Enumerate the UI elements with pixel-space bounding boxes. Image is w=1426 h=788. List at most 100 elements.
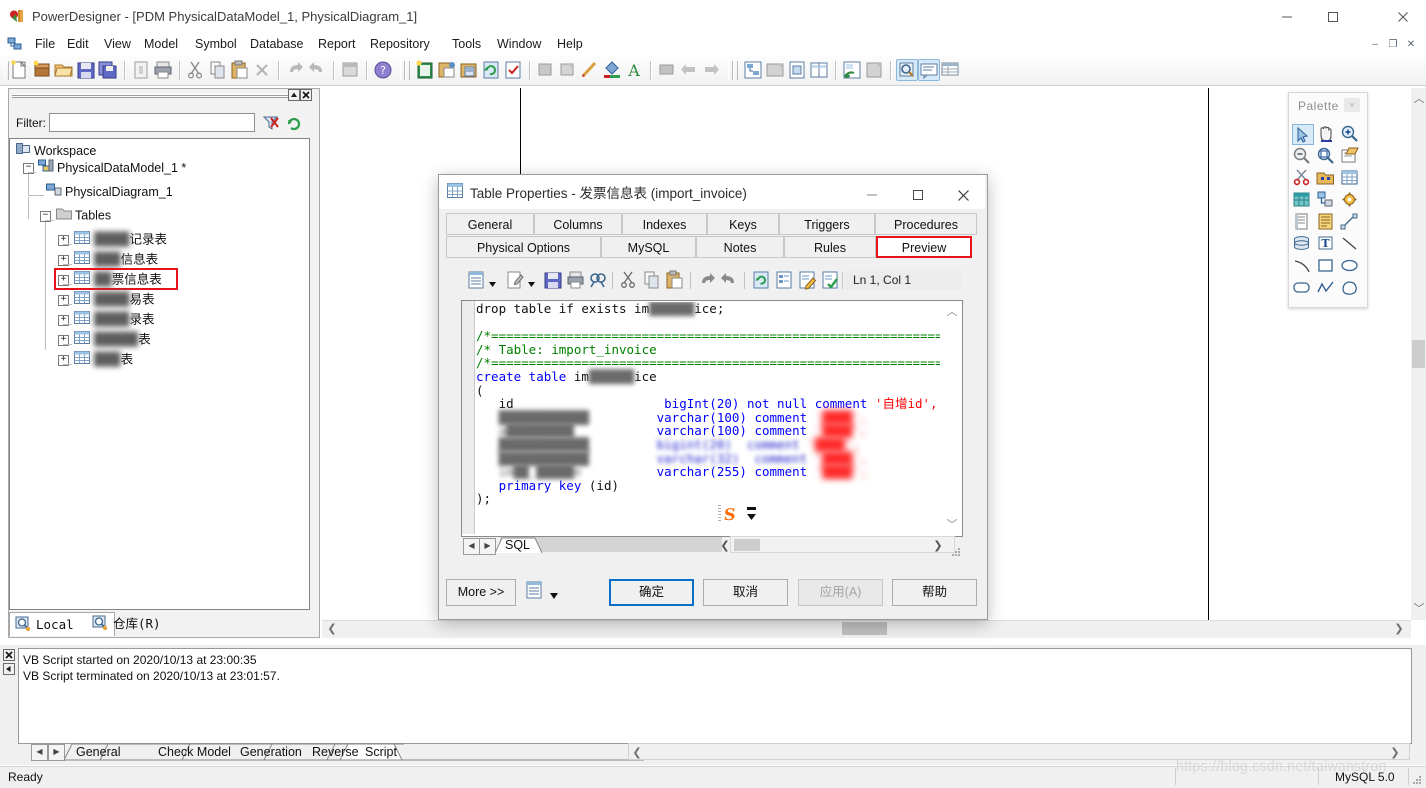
- fill-color-icon[interactable]: [601, 59, 623, 81]
- menu-symbol[interactable]: Symbol: [190, 36, 242, 53]
- file-icon[interactable]: [1292, 212, 1314, 233]
- database-icon[interactable]: [1292, 234, 1314, 255]
- find-icon[interactable]: [588, 270, 610, 292]
- delete-scissors-icon[interactable]: [1292, 168, 1314, 189]
- output-collapse-icon[interactable]: [3, 663, 15, 675]
- copy-icon[interactable]: [207, 59, 229, 81]
- text-icon[interactable]: T: [1316, 234, 1338, 255]
- tile-diagram-icon[interactable]: [808, 59, 830, 81]
- link-icon[interactable]: [1340, 212, 1362, 233]
- tree-node-table[interactable]: ████易表: [74, 291, 154, 308]
- window-maximize-button[interactable]: [1310, 0, 1356, 33]
- edit-with-dropdown-icon[interactable]: [528, 277, 535, 287]
- output-scroll-left-icon[interactable]: ❮: [631, 746, 643, 759]
- cut-icon[interactable]: [185, 59, 207, 81]
- print-icon[interactable]: [152, 59, 174, 81]
- tree-node-tables[interactable]: Tables: [56, 207, 111, 224]
- rectangle-icon[interactable]: [1316, 256, 1338, 277]
- ok-button[interactable]: 确定: [609, 579, 694, 606]
- browser-tab-repository[interactable]: 仓库(R): [87, 612, 205, 635]
- tab-mysql[interactable]: MySQL: [601, 236, 696, 258]
- canvas-hscroll-thumb[interactable]: [842, 622, 887, 635]
- print-preview-icon[interactable]: [130, 59, 152, 81]
- arc-icon[interactable]: [1292, 256, 1314, 277]
- dialog-scroll-left-icon[interactable]: ❮: [719, 539, 731, 552]
- open-package-icon[interactable]: [1340, 146, 1362, 167]
- sql-scroll-up-icon[interactable]: ︿: [945, 303, 959, 319]
- menu-tools[interactable]: Tools: [447, 36, 486, 53]
- window-minimize-button[interactable]: [1264, 0, 1310, 33]
- table-icon[interactable]: [1340, 168, 1362, 189]
- save-all-icon[interactable]: [97, 59, 119, 81]
- new-diagram-icon[interactable]: [786, 59, 808, 81]
- tree-node-table[interactable]: █████表: [74, 331, 151, 348]
- new-model-icon[interactable]: [9, 59, 31, 81]
- output-text-area[interactable]: VB Script started on 2020/10/13 at 23:00…: [18, 648, 1412, 744]
- view-icon[interactable]: [1292, 190, 1314, 211]
- menu-model[interactable]: Model: [139, 36, 183, 53]
- font-color-icon[interactable]: A: [623, 59, 645, 81]
- tree-node-table[interactable]: ████录表: [74, 311, 154, 328]
- save-icon[interactable]: [543, 270, 565, 292]
- redo-icon[interactable]: [719, 270, 741, 292]
- browser-close-icon[interactable]: [300, 89, 312, 101]
- print-icon[interactable]: [565, 270, 587, 292]
- dialog-horizontal-scrollbar[interactable]: [730, 536, 955, 553]
- dialog-scroll-right-icon[interactable]: ❯: [932, 539, 944, 552]
- help-button[interactable]: 帮助: [892, 579, 977, 606]
- dialog-maximize-button[interactable]: [895, 175, 941, 209]
- sql-tab-next-button[interactable]: ▶: [479, 538, 496, 555]
- menu-report[interactable]: Report: [313, 36, 361, 53]
- tree-node-table[interactable]: ████记录表: [74, 231, 167, 248]
- tree-node-physicaldiagram[interactable]: PhysicalDiagram_1: [46, 183, 173, 200]
- grabber-hand-icon[interactable]: [1316, 124, 1338, 145]
- procedure-icon[interactable]: [1340, 190, 1362, 211]
- polygon-icon[interactable]: [1340, 278, 1362, 299]
- properties-icon[interactable]: [774, 270, 796, 292]
- new-table-icon[interactable]: [414, 59, 436, 81]
- sogou-logo-icon[interactable]: S: [723, 505, 742, 524]
- output-tab-script[interactable]: Script: [365, 743, 397, 761]
- canvas-scroll-up-icon[interactable]: ︿: [1412, 90, 1426, 106]
- generate-script-icon[interactable]: [525, 581, 544, 600]
- generate-database-icon[interactable]: [436, 59, 458, 81]
- canvas-scroll-down-icon[interactable]: ﹀: [1412, 600, 1426, 616]
- output-tab-generation[interactable]: Generation: [240, 743, 302, 761]
- browser-drag-grip[interactable]: [12, 94, 288, 98]
- paste-icon[interactable]: [229, 59, 251, 81]
- tab-physical-options[interactable]: Physical Options: [446, 236, 601, 258]
- canvas-scroll-right-icon[interactable]: ❯: [1392, 622, 1406, 635]
- result-list-icon[interactable]: [940, 59, 962, 81]
- tab-notes[interactable]: Notes: [696, 236, 784, 258]
- sql-code[interactable]: drop table if exists im██████ice; /*====…: [476, 302, 940, 530]
- dialog-resize-grip-icon[interactable]: [952, 546, 961, 556]
- sql-tab-prev-button[interactable]: ◀: [463, 538, 480, 555]
- model-tree[interactable]: Workspace − PhysicalDataModel_1 * Physic…: [9, 138, 310, 610]
- undo-icon[interactable]: [697, 270, 719, 292]
- dialog-hscroll-thumb[interactable]: [734, 539, 760, 551]
- ime-floating-toolbar[interactable]: S: [718, 504, 762, 524]
- resize-grip-icon[interactable]: [1412, 774, 1422, 784]
- palette-close-icon[interactable]: ×: [1344, 98, 1360, 112]
- zoom-page-icon[interactable]: [1316, 146, 1338, 167]
- canvas-scroll-left-icon[interactable]: ❮: [325, 622, 339, 635]
- paste-icon[interactable]: [665, 270, 687, 292]
- tab-indexes[interactable]: Indexes: [622, 213, 707, 235]
- reverse-engineer-icon[interactable]: [458, 59, 480, 81]
- diagram-icon[interactable]: [742, 59, 764, 81]
- help-icon[interactable]: ?: [372, 59, 394, 81]
- new-package-icon[interactable]: [31, 59, 53, 81]
- ellipse-icon[interactable]: [1340, 256, 1362, 277]
- menu-edit[interactable]: Edit: [62, 36, 94, 53]
- format-brush-icon[interactable]: [579, 59, 601, 81]
- canvas-vscroll-thumb[interactable]: [1412, 340, 1425, 368]
- rounded-rect-icon[interactable]: [1292, 278, 1314, 299]
- window-close-button[interactable]: [1380, 0, 1426, 33]
- output-tab-general[interactable]: General: [76, 743, 120, 761]
- tab-rules[interactable]: Rules: [784, 236, 876, 258]
- refresh-icon[interactable]: [480, 59, 502, 81]
- check-icon[interactable]: [820, 270, 842, 292]
- tab-general[interactable]: General: [446, 213, 534, 235]
- output-close-icon[interactable]: [3, 649, 15, 661]
- dialog-minimize-button[interactable]: [849, 175, 895, 209]
